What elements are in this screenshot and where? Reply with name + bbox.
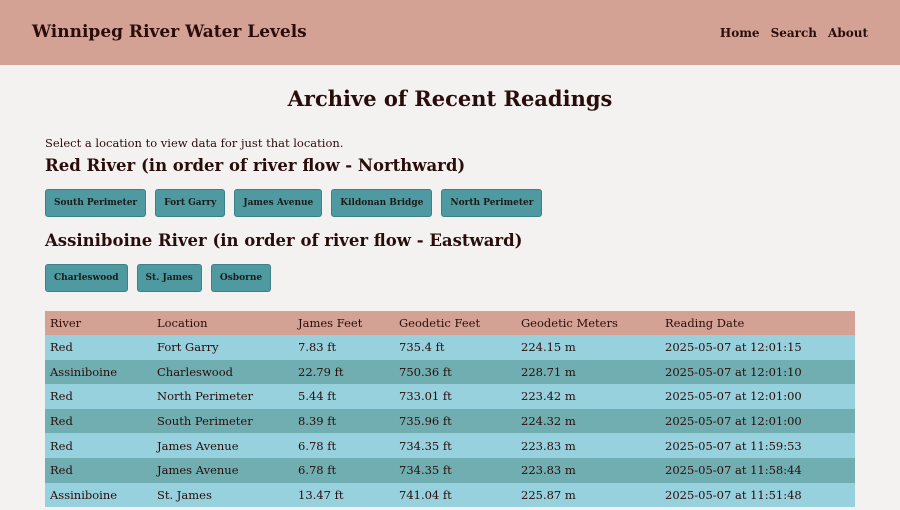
main-content: Archive of Recent Readings Select a loca… bbox=[0, 65, 900, 508]
location-button-charleswood[interactable]: Charleswood bbox=[45, 264, 128, 292]
cell-location: Charleswood bbox=[152, 359, 293, 385]
red-river-heading: Red River (in order of river flow - Nort… bbox=[45, 156, 466, 175]
red-river-locations: South Perimeter Fort Garry James Avenue … bbox=[45, 189, 855, 217]
cell-river: Red bbox=[45, 335, 152, 360]
cell-reading-date: 2025-05-07 at 12:01:10 bbox=[660, 359, 855, 385]
location-button-kildonan-bridge[interactable]: Kildonan Bridge bbox=[331, 189, 433, 217]
cell-geodetic-feet: 741.04 ft bbox=[394, 482, 516, 508]
cell-james-feet: 13.47 ft bbox=[293, 482, 394, 508]
site-header: Winnipeg River Water Levels Home Search … bbox=[0, 0, 900, 65]
location-button-fort-garry[interactable]: Fort Garry bbox=[155, 189, 226, 217]
assiniboine-river-heading: Assiniboine River (in order of river flo… bbox=[45, 231, 523, 250]
location-button-james-avenue[interactable]: James Avenue bbox=[234, 189, 323, 217]
cell-geodetic-feet: 750.36 ft bbox=[394, 359, 516, 385]
cell-james-feet: 6.78 ft bbox=[293, 433, 394, 458]
cell-geodetic-meters: 228.71 m bbox=[516, 359, 660, 385]
cell-reading-date: 2025-05-07 at 12:01:15 bbox=[660, 335, 855, 360]
cell-geodetic-meters: 225.87 m bbox=[516, 482, 660, 508]
site-title: Winnipeg River Water Levels bbox=[32, 21, 307, 42]
cell-location: James Avenue bbox=[152, 433, 293, 458]
cell-geodetic-feet: 735.96 ft bbox=[394, 408, 516, 434]
cell-reading-date: 2025-05-07 at 11:59:53 bbox=[660, 433, 855, 458]
cell-james-feet: 7.83 ft bbox=[293, 335, 394, 360]
table-row: Red James Avenue 6.78 ft 734.35 ft 223.8… bbox=[45, 433, 855, 458]
cell-geodetic-feet: 734.35 ft bbox=[394, 433, 516, 458]
cell-location: Fort Garry bbox=[152, 335, 293, 360]
table-row: Assiniboine St. James 13.47 ft 741.04 ft… bbox=[45, 482, 855, 508]
cell-james-feet: 22.79 ft bbox=[293, 359, 394, 385]
location-button-south-perimeter[interactable]: South Perimeter bbox=[45, 189, 147, 217]
cell-geodetic-meters: 224.32 m bbox=[516, 408, 660, 434]
cell-reading-date: 2025-05-07 at 12:01:00 bbox=[660, 384, 855, 409]
cell-location: St. James bbox=[152, 482, 293, 508]
cell-reading-date: 2025-05-07 at 11:58:44 bbox=[660, 457, 855, 483]
cell-geodetic-meters: 223.83 m bbox=[516, 457, 660, 483]
table-row: Red North Perimeter 5.44 ft 733.01 ft 22… bbox=[45, 384, 855, 409]
cell-location: South Perimeter bbox=[152, 408, 293, 434]
column-header-james-feet: James Feet bbox=[293, 311, 394, 335]
cell-james-feet: 5.44 ft bbox=[293, 384, 394, 409]
column-header-geodetic-meters: Geodetic Meters bbox=[516, 311, 660, 335]
cell-james-feet: 6.78 ft bbox=[293, 457, 394, 483]
cell-river: Red bbox=[45, 384, 152, 409]
cell-river: Red bbox=[45, 433, 152, 458]
column-header-reading-date: Reading Date bbox=[660, 311, 855, 335]
cell-location: James Avenue bbox=[152, 457, 293, 483]
nav-home-link[interactable]: Home bbox=[720, 26, 760, 40]
readings-table: River Location James Feet Geodetic Feet … bbox=[45, 311, 855, 508]
table-row: Red James Avenue 6.78 ft 734.35 ft 223.8… bbox=[45, 457, 855, 483]
location-button-osborne[interactable]: Osborne bbox=[210, 264, 272, 292]
cell-river: Red bbox=[45, 457, 152, 483]
table-header-row: River Location James Feet Geodetic Feet … bbox=[45, 311, 855, 335]
cell-river: Assiniboine bbox=[45, 359, 152, 385]
main-nav: Home Search About bbox=[720, 26, 868, 40]
nav-about-link[interactable]: About bbox=[828, 26, 868, 40]
cell-james-feet: 8.39 ft bbox=[293, 408, 394, 434]
assiniboine-river-locations: Charleswood St. James Osborne bbox=[45, 264, 855, 292]
location-button-st-james[interactable]: St. James bbox=[136, 264, 202, 292]
intro-text: Select a location to view data for just … bbox=[45, 136, 344, 150]
cell-river: Red bbox=[45, 408, 152, 434]
cell-geodetic-meters: 224.15 m bbox=[516, 335, 660, 360]
table-row: Red Fort Garry 7.83 ft 735.4 ft 224.15 m… bbox=[45, 335, 855, 360]
cell-location: North Perimeter bbox=[152, 384, 293, 409]
table-row: Assiniboine Charleswood 22.79 ft 750.36 … bbox=[45, 359, 855, 385]
column-header-geodetic-feet: Geodetic Feet bbox=[394, 311, 516, 335]
cell-geodetic-feet: 733.01 ft bbox=[394, 384, 516, 409]
cell-river: Assiniboine bbox=[45, 482, 152, 508]
nav-search-link[interactable]: Search bbox=[771, 26, 817, 40]
table-row: Red South Perimeter 8.39 ft 735.96 ft 22… bbox=[45, 408, 855, 434]
location-button-north-perimeter[interactable]: North Perimeter bbox=[441, 189, 543, 217]
cell-geodetic-meters: 223.83 m bbox=[516, 433, 660, 458]
page-title: Archive of Recent Readings bbox=[287, 86, 613, 111]
cell-geodetic-meters: 223.42 m bbox=[516, 384, 660, 409]
column-header-river: River bbox=[45, 311, 152, 335]
cell-geodetic-feet: 734.35 ft bbox=[394, 457, 516, 483]
column-header-location: Location bbox=[152, 311, 293, 335]
cell-geodetic-feet: 735.4 ft bbox=[394, 335, 516, 360]
cell-reading-date: 2025-05-07 at 12:01:00 bbox=[660, 408, 855, 434]
cell-reading-date: 2025-05-07 at 11:51:48 bbox=[660, 482, 855, 508]
